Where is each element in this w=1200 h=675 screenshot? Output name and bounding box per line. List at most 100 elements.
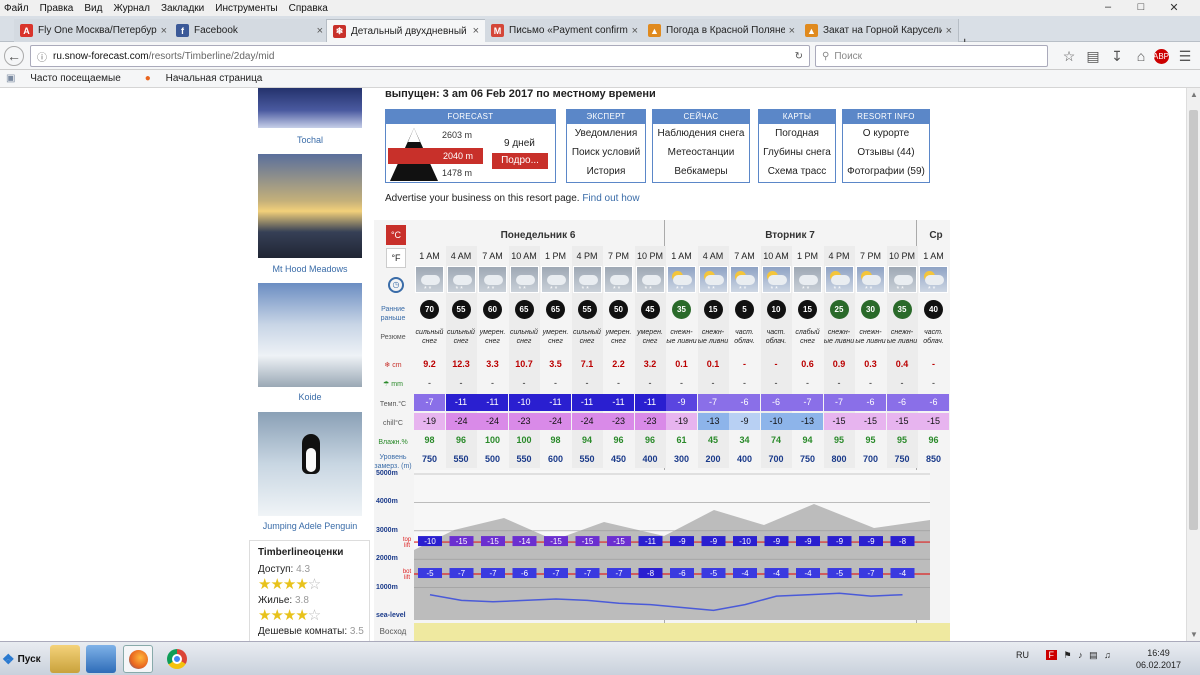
scroll-up-icon[interactable]: ▲	[1190, 90, 1198, 99]
tab-gornaya-karusel[interactable]: ▲ Закат на Горной Карусели - ... ×	[799, 19, 959, 42]
summary-text: част. облач.	[765, 329, 787, 345]
thumb-caption[interactable]: Koide	[238, 392, 382, 402]
scroll-down-icon[interactable]: ▼	[1190, 630, 1198, 639]
home-icon[interactable]: ⌂	[1130, 45, 1152, 67]
tab-krasnaya-polyana[interactable]: ▲ Погода в Красной Поляне - ... ×	[642, 19, 802, 42]
menu-link[interactable]: Наблюдения снега	[653, 124, 749, 143]
clock[interactable]: 16:49 06.02.2017	[1136, 647, 1181, 671]
chill-value: -19	[414, 413, 445, 430]
resort-thumb-penguin[interactable]	[258, 412, 362, 516]
close-tab-icon[interactable]: ×	[161, 25, 167, 37]
menu-help[interactable]: Справка	[289, 3, 328, 14]
download-icon[interactable]: ↧	[1106, 45, 1128, 67]
menu-view[interactable]: Вид	[84, 3, 102, 14]
info-icon[interactable]: ⓘ	[37, 49, 47, 64]
menu-link[interactable]: Фотографии (59)	[843, 162, 929, 181]
menu-history[interactable]: Журнал	[113, 3, 150, 14]
menu-edit[interactable]: Правка	[40, 3, 74, 14]
reload-icon[interactable]: ↻	[795, 51, 803, 62]
scroll-thumb[interactable]	[1189, 110, 1198, 530]
time-label: 1 PM	[544, 251, 566, 261]
earlier-label[interactable]: Ранние раньше	[374, 305, 412, 323]
find-out-how-link[interactable]: Find out how	[582, 193, 639, 204]
close-tab-icon[interactable]: ×	[789, 25, 795, 37]
menu-link[interactable]: Метеостанции	[653, 143, 749, 162]
close-tab-icon[interactable]: ×	[473, 25, 479, 37]
reading-list-icon[interactable]: ▤	[1082, 45, 1104, 67]
menu-link[interactable]: Глубины снега	[759, 143, 835, 162]
menu-link[interactable]: Погодная	[759, 124, 835, 143]
resort-thumb-tochal[interactable]	[258, 88, 362, 128]
rating-lodging: Жилье: 3.8	[258, 595, 361, 606]
menu-tools[interactable]: Инструменты	[215, 3, 277, 14]
more-button[interactable]: Подро...	[492, 153, 548, 169]
summary-text: сильный снег	[447, 329, 475, 345]
menu-link[interactable]: История	[567, 162, 645, 181]
menu-bookmarks[interactable]: Закладки	[161, 3, 204, 14]
sunrise-label: Восход	[379, 627, 407, 636]
menu-link[interactable]: О курорте	[843, 124, 929, 143]
speaker-icon[interactable]: ♪	[1078, 650, 1083, 660]
celsius-toggle[interactable]: °C	[386, 225, 406, 245]
freezing-level-value: 400	[736, 454, 753, 464]
close-tab-icon[interactable]: ×	[632, 25, 638, 37]
address-bar[interactable]: ⓘ ru.snow-forecast.com/resorts/Timberlin…	[30, 45, 810, 67]
flag-app-icon[interactable]: F	[1045, 650, 1058, 660]
clock-icon[interactable]: ◷	[388, 277, 404, 293]
chrome-icon[interactable]	[162, 645, 192, 673]
search-input[interactable]: ⚲ Поиск	[815, 45, 1048, 67]
rain-amount: -	[900, 378, 904, 388]
abp-icon[interactable]: ABP	[1150, 45, 1172, 67]
wind-speed-badge: 10	[766, 300, 786, 319]
fahrenheit-toggle[interactable]: °F	[386, 248, 406, 268]
firefox-taskbar-icon[interactable]	[123, 645, 153, 673]
menu-link[interactable]: Уведомления	[567, 124, 645, 143]
menu-link[interactable]: Отзывы (44)	[843, 143, 929, 162]
rain-amount: -	[428, 378, 431, 388]
resort-thumb-koide[interactable]	[258, 283, 362, 387]
temp-value: -9	[666, 394, 697, 411]
back-icon[interactable]: ←	[4, 46, 24, 66]
resort-thumb-mt-hood[interactable]	[258, 154, 362, 258]
tab-flyone[interactable]: A Fly One Москва/Петербург-... ×	[14, 19, 174, 42]
menu-icon[interactable]: ☰	[1174, 45, 1196, 67]
chill-value: -9	[729, 413, 760, 430]
snow-amount: 0.	[950, 356, 951, 373]
close-window-icon[interactable]: ✕	[1163, 0, 1185, 14]
menu-file[interactable]: Файл	[4, 3, 29, 14]
bookmark-most-visited[interactable]: ▣ Часто посещаемые	[6, 73, 133, 84]
vertical-scrollbar[interactable]: ▲ ▼	[1186, 88, 1200, 641]
minimize-icon[interactable]: –	[1097, 0, 1119, 14]
close-tab-icon[interactable]: ×	[946, 25, 952, 37]
menu-link[interactable]: Вебкамеры	[653, 162, 749, 181]
media-player-icon[interactable]	[86, 645, 116, 673]
temp-value: -6	[918, 394, 949, 411]
tab-snow-forecast[interactable]: ❄ Детальный двухдневный п... ×	[326, 19, 486, 42]
bookmark-star-icon[interactable]: ☆	[1058, 45, 1080, 67]
tab-facebook[interactable]: f Facebook ×	[170, 19, 330, 42]
summary-text: снежн-ые ливни	[666, 329, 697, 345]
elevation-mid-selected[interactable]: 2040 m	[439, 148, 483, 164]
menu-link[interactable]: Схема трасс	[759, 162, 835, 181]
bookmark-home-page[interactable]: ● Начальная страница	[145, 73, 275, 84]
day-header-tuesday: Вторник 7	[765, 230, 815, 241]
elevation-top[interactable]: 2603 m	[442, 130, 472, 140]
thumb-caption[interactable]: Mt Hood Meadows	[238, 264, 382, 274]
maximize-icon[interactable]: □	[1130, 0, 1152, 14]
menu-link[interactable]: Поиск условий	[567, 143, 645, 162]
network-icon[interactable]: ▤	[1089, 650, 1098, 660]
explorer-icon[interactable]	[50, 645, 80, 673]
volume-icon[interactable]: ♫	[1104, 650, 1111, 660]
gmail-icon: M	[491, 24, 504, 37]
time-label: 4 AM	[450, 251, 472, 261]
thumb-caption[interactable]: Jumping Adele Penguin	[238, 521, 382, 531]
language-indicator[interactable]: RU	[1016, 650, 1029, 660]
start-button[interactable]: ❖ Пуск	[2, 648, 42, 670]
thumb-caption[interactable]: Tochal	[238, 135, 382, 145]
bottom-lift-temp-label: -7	[552, 569, 560, 578]
elevation-bottom[interactable]: 1478 m	[442, 168, 472, 178]
flag-icon[interactable]: ⚑	[1064, 650, 1072, 660]
wind-speed-badge: 35	[892, 300, 912, 319]
close-tab-icon[interactable]: ×	[317, 25, 323, 37]
tab-gmail[interactable]: M Письмо «Payment confirmatio... ×	[485, 19, 645, 42]
